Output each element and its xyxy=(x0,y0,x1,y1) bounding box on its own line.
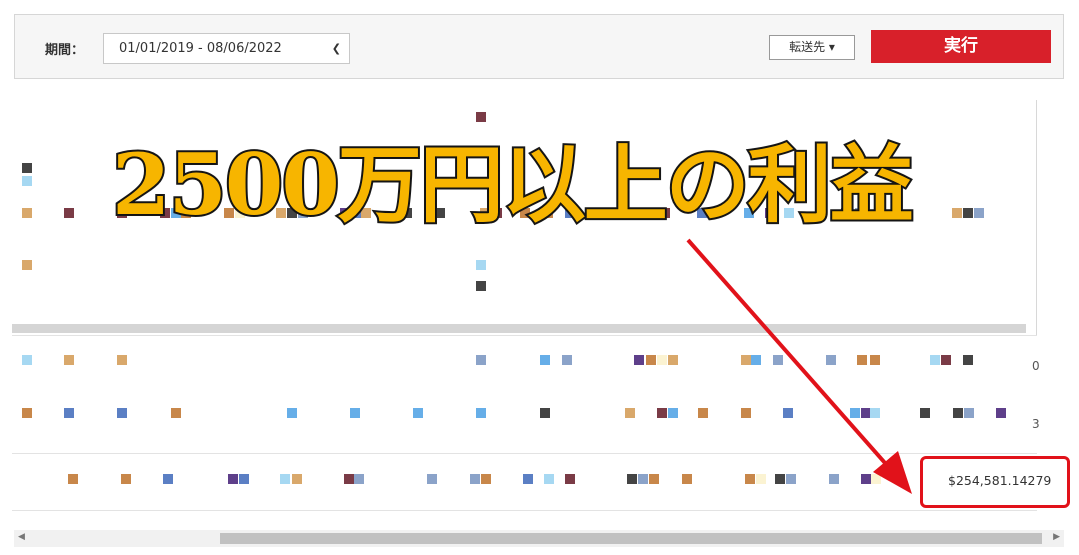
red-arrow-icon xyxy=(686,238,912,494)
